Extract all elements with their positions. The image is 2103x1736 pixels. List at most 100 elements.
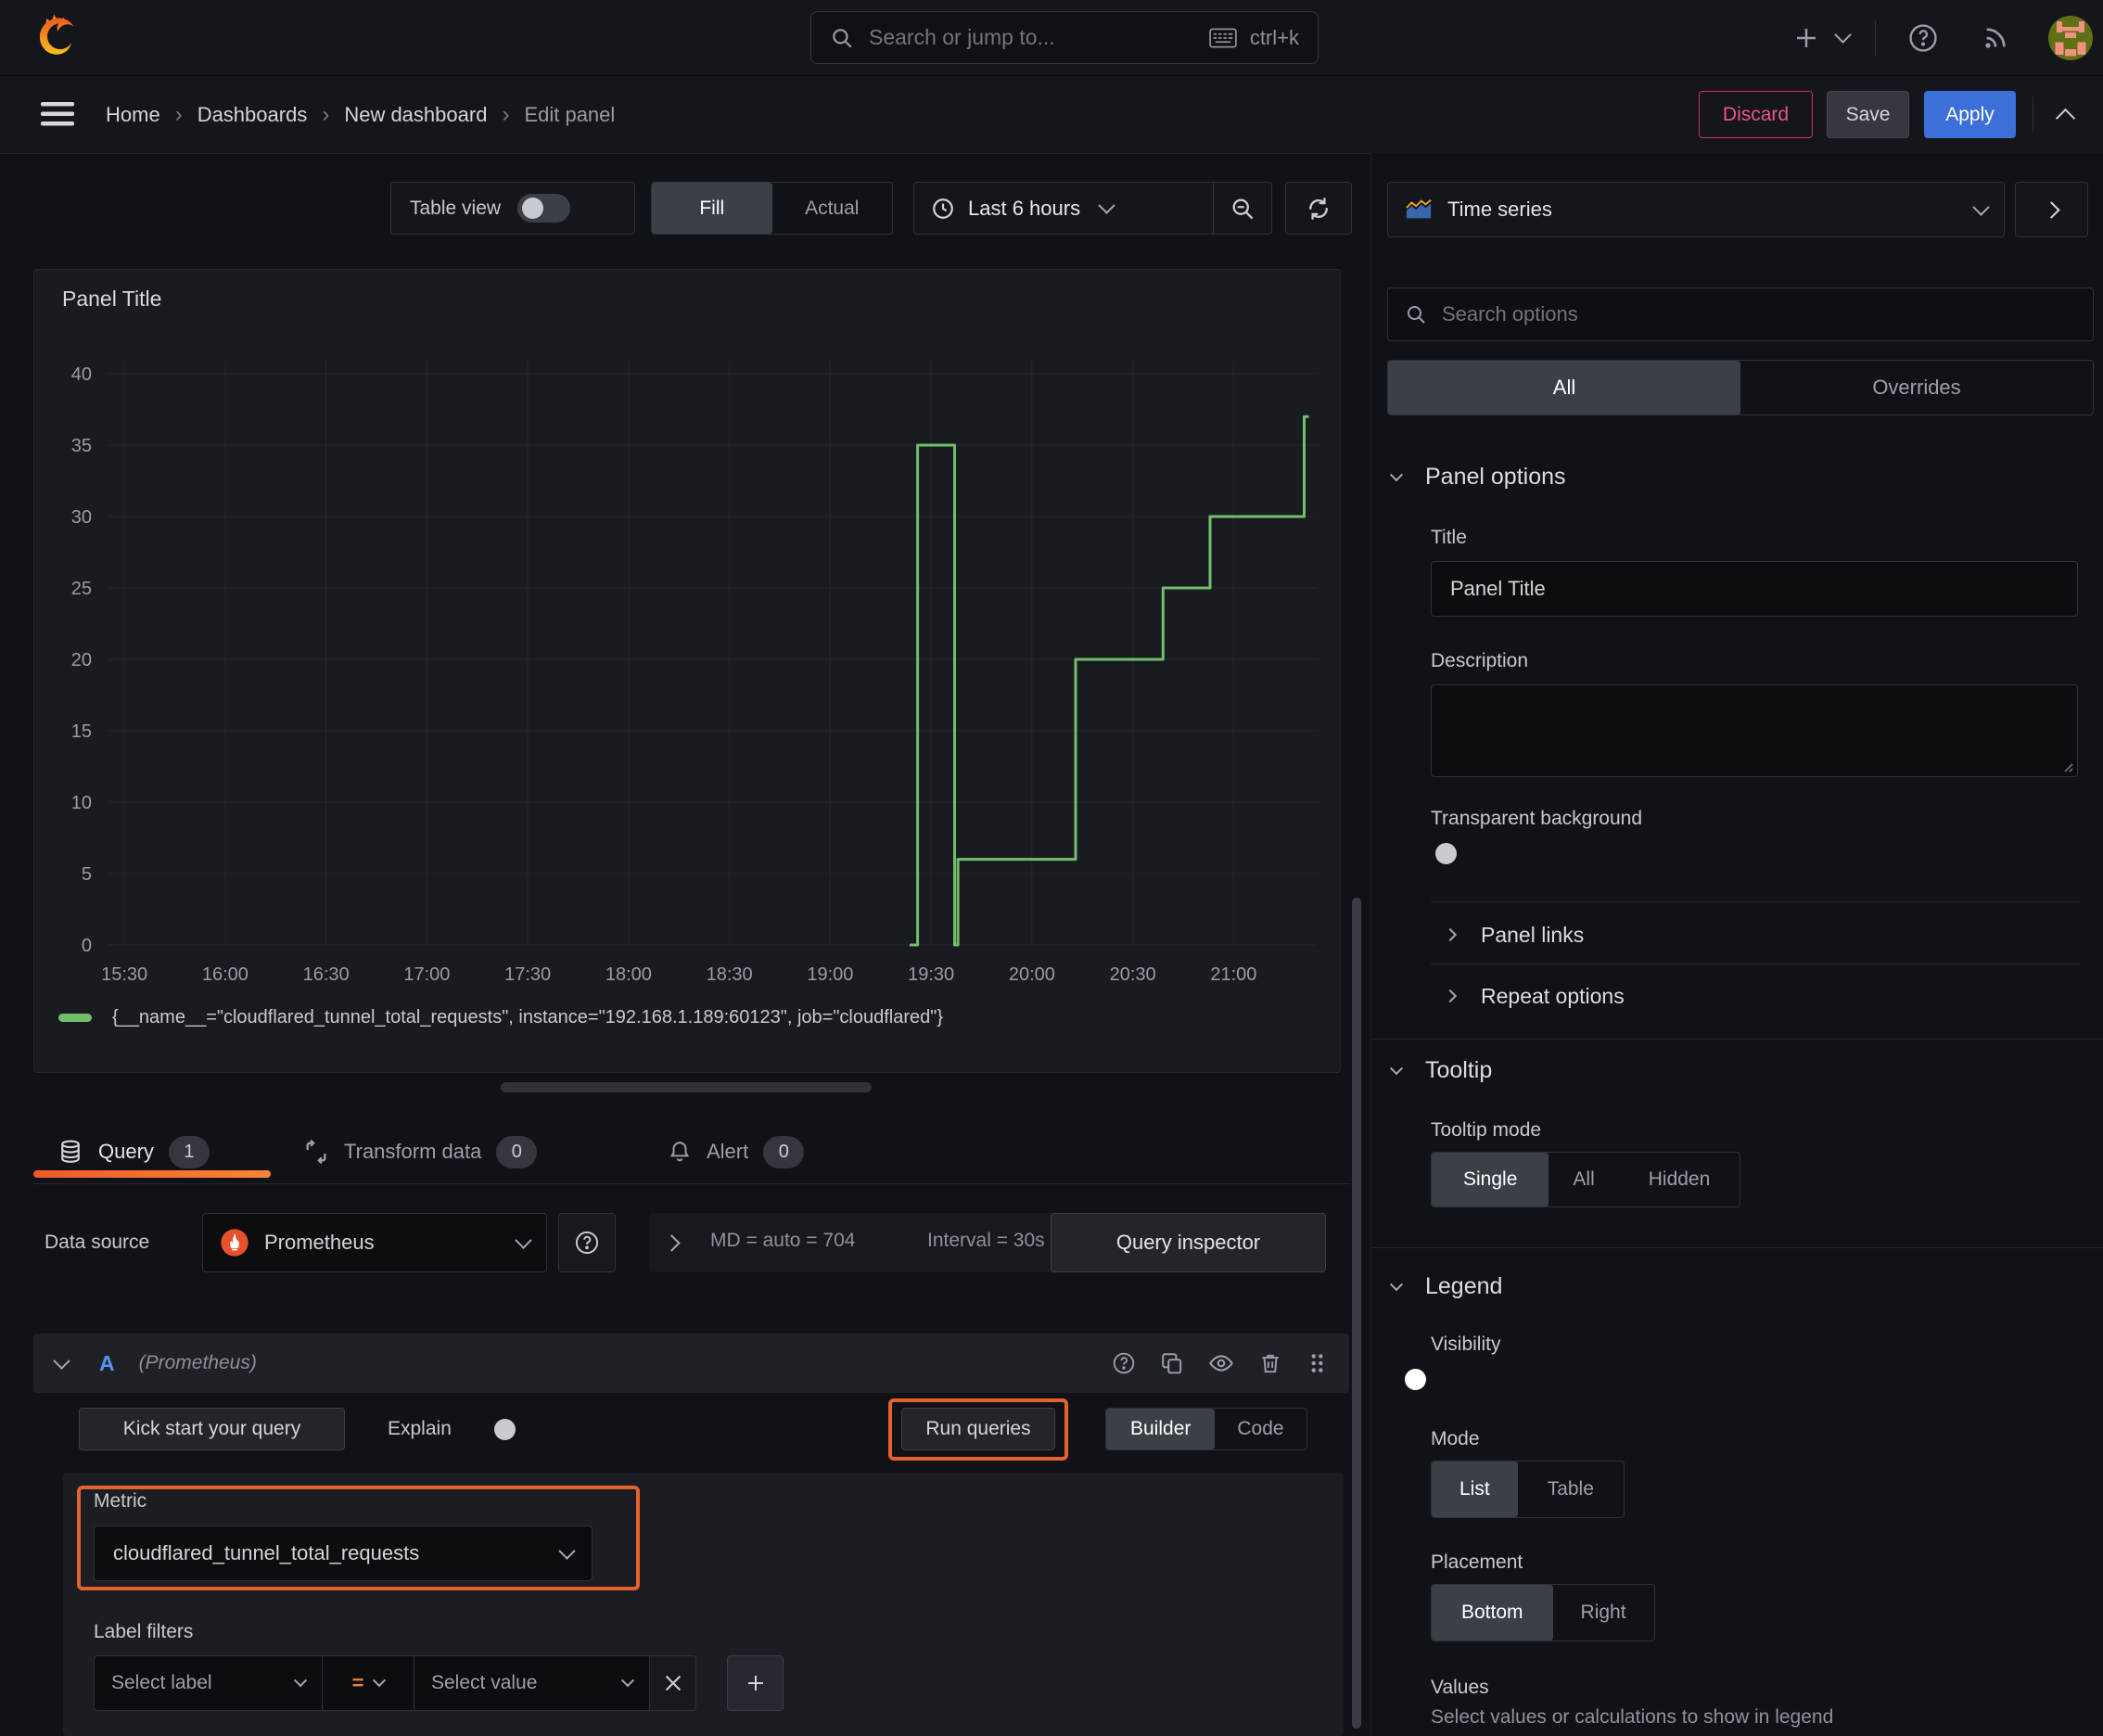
panel: Panel Title 0 5 10 15 20 25 30 35 40 15:30 16:00 16… (33, 269, 1341, 1073)
user-avatar[interactable] (2048, 15, 2093, 60)
legend-visibility-label: Visibility (1431, 1334, 1501, 1355)
repeat-options-label: Repeat options (1481, 983, 1625, 1008)
svg-text:20:30: 20:30 (1110, 964, 1156, 985)
table-view-toggle[interactable] (517, 194, 571, 223)
panel-resize-handle[interactable] (501, 1082, 872, 1092)
hide-query-eye-icon[interactable] (1208, 1350, 1234, 1376)
tooltip-hidden-option[interactable]: Hidden (1619, 1153, 1740, 1206)
add-filter-button[interactable] (727, 1655, 784, 1711)
datasource-picker[interactable]: Prometheus (202, 1213, 547, 1272)
operator-dropdown[interactable]: = (322, 1655, 414, 1711)
legend-series-name[interactable]: {__name__="cloudflared_tunnel_total_requ… (112, 1007, 943, 1028)
add-chevron-down-icon[interactable] (1834, 26, 1852, 44)
query-help-icon[interactable] (1112, 1351, 1136, 1375)
zoom-out-button[interactable] (1214, 183, 1271, 234)
query-inspector-button[interactable]: Query inspector (1051, 1213, 1326, 1272)
tab-query[interactable]: Query 1 (57, 1128, 210, 1176)
metric-value: cloudflared_tunnel_total_requests (113, 1541, 420, 1564)
tab-transform-label: Transform data (344, 1140, 482, 1163)
datasource-value: Prometheus (264, 1231, 375, 1254)
fill-option[interactable]: Fill (652, 183, 772, 234)
description-textarea[interactable] (1431, 684, 2078, 777)
resize-corner-icon[interactable] (2060, 760, 2073, 772)
visualization-value: Time series (1447, 198, 1552, 221)
global-search-box[interactable]: ctrl+k (810, 11, 1319, 64)
panel-links-header[interactable]: Panel links (1443, 918, 1584, 951)
breadcrumb-new-dashboard[interactable]: New dashboard (344, 103, 487, 127)
search-input[interactable] (867, 24, 1196, 51)
news-button[interactable] (1974, 17, 2017, 59)
chart-legend[interactable]: {__name__="cloudflared_tunnel_total_requ… (58, 1007, 943, 1028)
repeat-options-header[interactable]: Repeat options (1443, 979, 1625, 1013)
tab-alert[interactable]: Alert 0 (668, 1128, 805, 1176)
query-row-chevron-icon[interactable] (53, 1351, 70, 1370)
tab-alert-label: Alert (707, 1140, 749, 1163)
options-search-input[interactable] (1440, 301, 2076, 327)
breadcrumb-separator: › (174, 101, 183, 127)
add-button[interactable] (1785, 17, 1828, 59)
help-button[interactable] (1902, 17, 1944, 59)
legend-placement-segmented: Bottom Right (1431, 1584, 1655, 1641)
query-options-bar: MD = auto = 704 Interval = 30s Query ins… (649, 1213, 1326, 1272)
svg-text:15: 15 (71, 721, 92, 742)
svg-text:20:00: 20:00 (1009, 964, 1055, 985)
max-data-points-stat: MD = auto = 704 (710, 1230, 856, 1251)
legend-placement-bottom-option[interactable]: Bottom (1432, 1585, 1553, 1640)
tab-all[interactable]: All (1388, 361, 1740, 415)
legend-header[interactable]: Legend (1389, 1273, 1502, 1300)
legend-mode-table-option[interactable]: Table (1518, 1462, 1624, 1517)
panel-options-header[interactable]: Panel options (1389, 464, 1566, 491)
drag-handle-icon[interactable] (1306, 1351, 1327, 1375)
options-chevron-right-icon[interactable] (663, 1234, 681, 1252)
svg-text:35: 35 (71, 436, 92, 456)
breadcrumb-dashboards[interactable]: Dashboards (198, 103, 308, 127)
menu-icon[interactable] (41, 101, 74, 132)
tooltip-header[interactable]: Tooltip (1389, 1057, 1492, 1084)
query-row-header[interactable]: A (Prometheus) (33, 1334, 1349, 1393)
prometheus-icon (220, 1228, 249, 1257)
duplicate-query-icon[interactable] (1160, 1351, 1184, 1375)
collapse-options-button[interactable] (2015, 182, 2088, 237)
panel-title-input[interactable] (1431, 561, 2078, 617)
kick-start-query-button[interactable]: Kick start your query (79, 1408, 345, 1450)
grafana-logo[interactable] (32, 13, 80, 61)
datasource-label: Data source (45, 1232, 150, 1253)
run-queries-button[interactable]: Run queries (901, 1408, 1055, 1450)
metric-select[interactable]: cloudflared_tunnel_total_requests (94, 1525, 593, 1581)
builder-option[interactable]: Builder (1106, 1409, 1216, 1449)
tab-overrides[interactable]: Overrides (1740, 361, 2093, 415)
vertical-scrollbar[interactable] (1352, 898, 1361, 1729)
select-label-dropdown[interactable]: Select label (94, 1655, 323, 1711)
actual-option[interactable]: Actual (772, 183, 893, 234)
tab-transform-data[interactable]: Transform data 0 (303, 1128, 538, 1176)
label-filter-row: Select label = Select value (94, 1655, 784, 1711)
breadcrumb-home[interactable]: Home (106, 103, 160, 127)
save-button[interactable]: Save (1827, 91, 1909, 138)
select-value-dropdown[interactable]: Select value (414, 1655, 650, 1711)
svg-text:17:00: 17:00 (403, 964, 450, 985)
apply-button[interactable]: Apply (1924, 91, 2016, 138)
time-range-picker[interactable]: Last 6 hours (914, 197, 1213, 221)
navbar-actions (1785, 0, 2093, 75)
tooltip-single-option[interactable]: Single (1432, 1153, 1549, 1206)
datasource-help-button[interactable] (558, 1213, 616, 1272)
time-series-chart[interactable]: 0 5 10 15 20 25 30 35 40 15:30 16:00 16:30 17:00 17:3… (34, 270, 1338, 1070)
select-value-chevron-icon (620, 1674, 635, 1688)
metric-label: Metric (94, 1490, 147, 1512)
code-option[interactable]: Code (1215, 1409, 1306, 1449)
search-icon (830, 26, 854, 50)
all-overrides-segmented: All Overrides (1387, 360, 2094, 415)
delete-query-trash-icon[interactable] (1258, 1351, 1282, 1375)
options-search-box[interactable] (1387, 287, 2094, 341)
time-range-chevron-icon (1098, 197, 1115, 214)
svg-text:20: 20 (71, 650, 92, 670)
svg-text:19:30: 19:30 (908, 964, 954, 985)
refresh-button[interactable] (1285, 182, 1352, 235)
remove-filter-button[interactable] (649, 1655, 696, 1711)
visualization-picker[interactable]: Time series (1387, 182, 2005, 237)
collapse-chevron-up-icon[interactable] (2055, 108, 2076, 129)
tooltip-all-option[interactable]: All (1549, 1153, 1618, 1206)
legend-mode-list-option[interactable]: List (1432, 1462, 1518, 1517)
discard-button[interactable]: Discard (1699, 91, 1813, 138)
legend-placement-right-option[interactable]: Right (1553, 1585, 1654, 1640)
